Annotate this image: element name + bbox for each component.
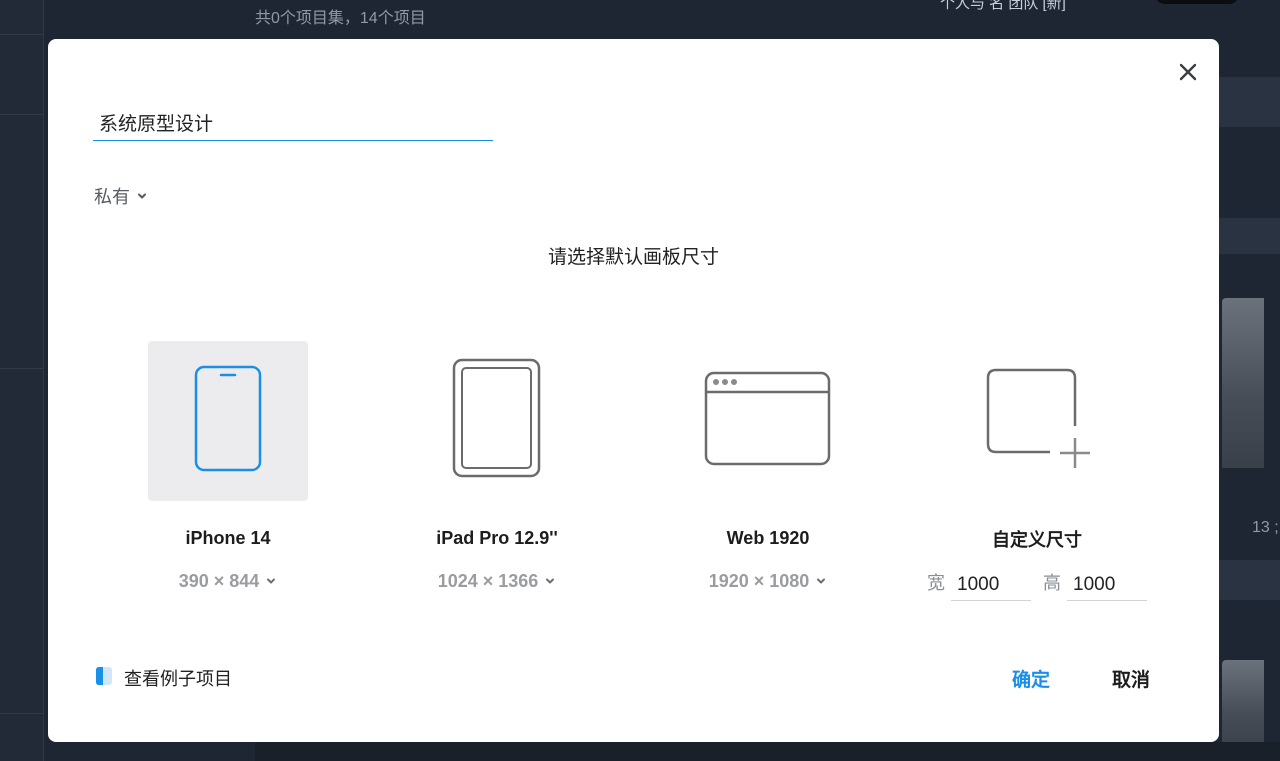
- custom-size-fields: 宽 高: [927, 569, 1147, 601]
- phone-icon: [193, 364, 263, 479]
- close-icon[interactable]: [1175, 59, 1201, 85]
- size-dims-text: 1920 × 1080: [708, 571, 810, 591]
- size-option-custom-card[interactable]: [957, 341, 1117, 501]
- bg-band: [1219, 77, 1280, 127]
- size-dims-text: 1024 × 1366: [437, 571, 539, 591]
- bg-project-card: [1222, 660, 1264, 750]
- size-dims-dropdown[interactable]: 1920 × 1080: [658, 571, 878, 592]
- cancel-button[interactable]: 取消: [1096, 665, 1166, 692]
- view-example-project-link[interactable]: 查看例子项目: [94, 665, 232, 691]
- visibility-label: 私有: [94, 187, 130, 207]
- width-label: 宽: [927, 573, 945, 593]
- example-project-label: 查看例子项目: [124, 669, 232, 689]
- custom-size-icon: [982, 364, 1092, 479]
- browser-window-icon: [704, 371, 832, 472]
- bg-band: [1219, 560, 1280, 600]
- height-label: 高: [1043, 573, 1061, 593]
- visibility-dropdown[interactable]: 私有: [94, 183, 148, 209]
- project-summary: 共0个项目集，14个项目: [255, 10, 426, 27]
- size-option-label: iPhone 14: [185, 528, 271, 548]
- bg-project-card: [1222, 298, 1264, 468]
- tablet-icon: [452, 358, 542, 485]
- chevron-down-icon: [265, 571, 277, 592]
- new-project-dialog: 私有 请选择默认画板尺寸 iPhone 14 390 × 844: [48, 39, 1219, 742]
- chevron-down-icon: [136, 186, 148, 207]
- size-option-label: 自定义尺寸: [992, 530, 1082, 550]
- bg-user-avatar: [1155, 0, 1239, 4]
- chevron-down-icon: [815, 571, 827, 592]
- size-dims-dropdown[interactable]: 390 × 844: [118, 571, 338, 592]
- size-dims-dropdown[interactable]: 1024 × 1366: [387, 571, 607, 592]
- bg-project-count: 13 ;: [1252, 519, 1279, 536]
- artboard-size-title: 请选择默认画板尺寸: [547, 247, 719, 268]
- project-name-input[interactable]: [93, 105, 493, 141]
- bg-header-text: 个人与 名 团队 [新]: [940, 0, 1066, 12]
- bg-bottom-strip: [255, 742, 1280, 761]
- size-option-label: Web 1920: [726, 528, 810, 548]
- size-option-iphone-card[interactable]: [148, 341, 308, 501]
- size-option-ipad-card[interactable]: [417, 341, 577, 501]
- bg-band: [1219, 218, 1280, 254]
- example-project-icon: [94, 666, 114, 691]
- size-option-web-card[interactable]: [688, 341, 848, 501]
- app-sidebar: [0, 0, 44, 761]
- width-input[interactable]: [951, 569, 1031, 601]
- confirm-button[interactable]: 确定: [996, 665, 1066, 692]
- size-option-label: iPad Pro 12.9'': [436, 528, 558, 548]
- chevron-down-icon: [544, 571, 556, 592]
- size-dims-text: 390 × 844: [178, 571, 260, 591]
- height-input[interactable]: [1067, 569, 1147, 601]
